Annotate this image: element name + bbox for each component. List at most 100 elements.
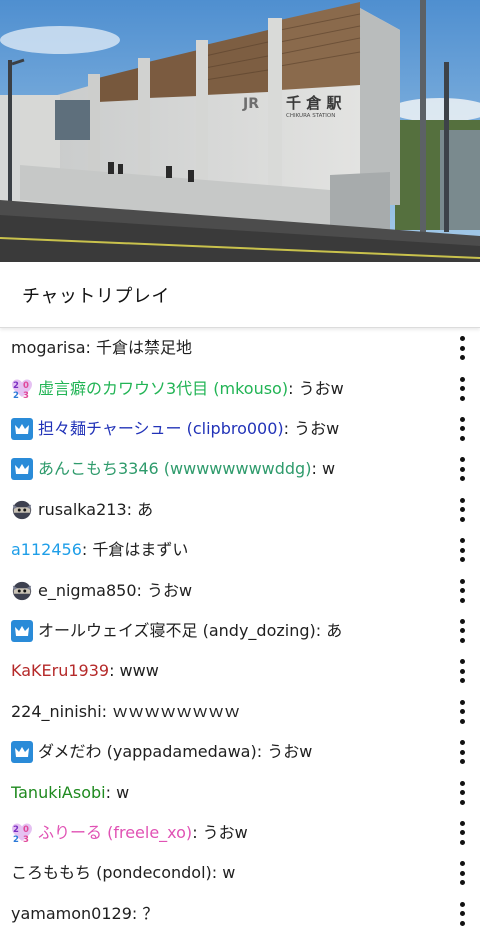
ninja-icon [11, 499, 33, 521]
chat-author-name[interactable]: ころももち (pondecondol) [11, 863, 212, 883]
chat-message: KaKEru1939: www [11, 661, 159, 681]
more-options-icon[interactable] [455, 618, 469, 644]
chat-replay-title: チャットリプレイ [22, 285, 170, 307]
chat-message-text: あ [137, 499, 154, 519]
more-options-icon[interactable] [455, 497, 469, 523]
2023-badge-icon: 2023 [11, 378, 33, 400]
chat-message-list[interactable]: mogarisa: 千倉は禁足地 2 0 2 3 虚言癖のカワウソ3代目 (mkouso)… [0, 328, 480, 932]
crown-icon [11, 417, 33, 440]
chat-author-name[interactable]: rusalka213 [38, 500, 127, 520]
chat-message-row[interactable]: あんこもち3346 (wwwwwwwwddg): w [0, 449, 480, 489]
chat-message-text: ？ [142, 903, 159, 923]
chat-message-text: w [116, 782, 130, 802]
chat-message-row[interactable]: ダメだわ (yappadamedawa): うおw [0, 732, 480, 772]
more-options-icon[interactable] [455, 658, 469, 684]
chat-separator: : [311, 459, 322, 479]
more-options-icon[interactable] [455, 901, 469, 927]
chat-author-name[interactable]: yamamon0129 [11, 904, 132, 924]
2023-badge-icon: 2023 [11, 822, 33, 844]
chat-message-text: うおw [298, 378, 344, 398]
chat-message-text: w [321, 459, 336, 479]
svg-text:2: 2 [13, 381, 19, 391]
chat-message-row[interactable]: e_nigma850: うおw [0, 570, 480, 610]
chat-message-text: うおw [267, 742, 313, 762]
chat-message-text: うおw [294, 418, 340, 438]
chat-message-row[interactable]: 2 0 2 3 ふりーる (freele_xo): うおw [0, 813, 480, 853]
chat-author-name[interactable]: KaKEru1939 [11, 661, 109, 681]
chat-message-text: あ [326, 620, 343, 640]
chat-message-row[interactable]: オールウェイズ寝不足 (andy_dozing): あ [0, 611, 480, 651]
more-options-icon[interactable] [455, 578, 469, 604]
more-options-icon[interactable] [455, 416, 469, 442]
chat-author-name[interactable]: mogarisa [11, 338, 86, 358]
video-player[interactable]: JR 千 倉 駅 CHIKURA STATION [0, 0, 480, 262]
chat-author-name[interactable]: ダメだわ (yappadamedawa) [38, 742, 257, 762]
svg-text:3: 3 [23, 835, 29, 844]
chat-message-row[interactable]: a112456: 千倉はまずい [0, 530, 480, 570]
chat-message: mogarisa: 千倉は禁足地 [11, 338, 192, 358]
svg-text:2: 2 [13, 835, 19, 844]
chat-message-text: うおw [147, 580, 193, 600]
chat-author-name[interactable]: オールウェイズ寝不足 (andy_dozing) [38, 621, 316, 641]
svg-text:0: 0 [23, 381, 29, 391]
chat-message: 224_ninishi: ｗｗｗｗｗｗｗｗ [11, 702, 240, 722]
chat-separator: : [131, 903, 143, 923]
more-options-icon[interactable] [455, 820, 469, 846]
chat-message-row[interactable]: mogarisa: 千倉は禁足地 [0, 328, 480, 368]
svg-text:0: 0 [23, 825, 29, 835]
chat-separator: : [109, 661, 120, 681]
jr-logo: JR [242, 96, 259, 112]
station-sign-latin: CHIKURA STATION [286, 113, 335, 119]
chat-separator: : [288, 378, 299, 398]
chat-message-row[interactable]: TanukiAsobi: w [0, 772, 480, 812]
chat-message-text: うおw [202, 822, 248, 842]
chat-separator: : [256, 742, 268, 762]
chat-author-name[interactable]: 担々麺チャーシュー (clipbro000) [38, 419, 284, 439]
more-options-icon[interactable] [455, 860, 469, 886]
chat-message-text: www [119, 661, 159, 681]
chat-author-name[interactable]: ふりーる (freele_xo) [38, 823, 192, 843]
chat-message-row[interactable]: ころももち (pondecondol): w [0, 853, 480, 893]
chat-message: 担々麺チャーシュー (clipbro000): うおw [11, 417, 340, 440]
more-options-icon[interactable] [455, 376, 469, 402]
chat-separator: : [81, 540, 93, 560]
chat-message-row[interactable]: 224_ninishi: ｗｗｗｗｗｗｗｗ [0, 692, 480, 732]
chat-message: 2 0 2 3 ふりーる (freele_xo): うおw [11, 822, 248, 844]
more-options-icon[interactable] [455, 699, 469, 725]
chat-replay-header: チャットリプレイ [0, 262, 480, 328]
chat-message: オールウェイズ寝不足 (andy_dozing): あ [11, 619, 343, 642]
chat-message: rusalka213: あ [11, 499, 153, 521]
chat-message-row[interactable]: 2 0 2 3 虚言癖のカワウソ3代目 (mkouso): うおw [0, 368, 480, 408]
more-options-icon[interactable] [455, 739, 469, 765]
svg-text:2: 2 [13, 825, 19, 835]
chat-message-row[interactable]: 担々麺チャーシュー (clipbro000): うおw [0, 409, 480, 449]
chat-message: a112456: 千倉はまずい [11, 540, 188, 560]
more-options-icon[interactable] [455, 537, 469, 563]
crown-icon [11, 741, 33, 764]
station-sign-kanji: 千 倉 駅 [286, 94, 342, 112]
chat-separator: : [126, 499, 138, 519]
chat-message-text: 千倉は禁足地 [95, 338, 192, 358]
chat-message-row[interactable]: rusalka213: あ [0, 490, 480, 530]
chat-message: あんこもち3346 (wwwwwwwwddg): w [11, 458, 336, 481]
chat-message-row[interactable]: KaKEru1939: www [0, 651, 480, 691]
chat-author-name[interactable]: a112456 [11, 540, 82, 560]
chat-separator: : [192, 822, 203, 842]
station-scene-image: JR 千 倉 駅 CHIKURA STATION [0, 0, 480, 262]
chat-message: e_nigma850: うおw [11, 580, 192, 602]
chat-author-name[interactable]: 虚言癖のカワウソ3代目 (mkouso) [38, 379, 288, 399]
chat-separator: : [136, 580, 147, 600]
chat-author-name[interactable]: TanukiAsobi [11, 783, 106, 803]
chat-message: ダメだわ (yappadamedawa): うおw [11, 741, 313, 764]
chat-separator: : [101, 701, 113, 721]
chat-message: TanukiAsobi: w [11, 783, 129, 803]
chat-message-row[interactable]: yamamon0129: ？ [0, 894, 480, 932]
more-options-icon[interactable] [455, 780, 469, 806]
more-options-icon[interactable] [455, 456, 469, 482]
chat-author-name[interactable]: e_nigma850 [38, 581, 137, 601]
chat-author-name[interactable]: あんこもち3346 (wwwwwwwwddg) [38, 459, 311, 479]
chat-message-text: ｗｗｗｗｗｗｗｗ [112, 701, 241, 721]
more-options-icon[interactable] [455, 335, 469, 361]
svg-text:3: 3 [23, 391, 29, 400]
chat-author-name[interactable]: 224_ninishi [11, 702, 102, 722]
